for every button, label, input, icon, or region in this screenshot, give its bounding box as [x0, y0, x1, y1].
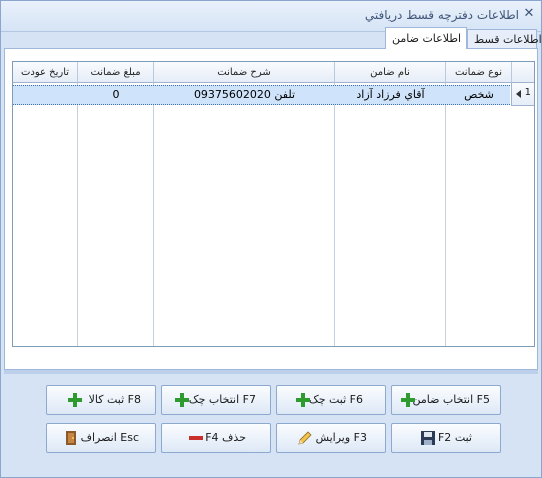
edit-button[interactable]: ويرايش F3: [276, 423, 386, 453]
guarantor-grid[interactable]: نوع ضمانت نام ضامن شرح ضمانت مبلغ ضمانت …: [12, 61, 535, 347]
table-row[interactable]: شخص آقاي فرزاد آزاد تلفن 09375602020 0: [13, 85, 510, 105]
dialog-window: اطلاعات دفترچه قسط دريافتي ✕ اطلاعات قسط…: [0, 0, 542, 478]
cell-amount: 0: [112, 88, 120, 101]
column-divider: [153, 83, 154, 346]
column-divider: [445, 83, 446, 346]
close-icon[interactable]: ✕: [522, 6, 536, 22]
column-header-amount[interactable]: مبلغ ضمانت: [78, 62, 154, 83]
column-divider: [77, 83, 78, 346]
plus-icon: [296, 393, 310, 407]
register-check-label: ثبت چک F6: [308, 393, 363, 406]
save-label: F2 ثبت: [437, 431, 472, 444]
edit-label: ويرايش F3: [315, 431, 367, 444]
cell-description: تلفن 09375602020: [193, 88, 296, 101]
cancel-button[interactable]: انصراف Esc: [46, 423, 156, 453]
select-check-button[interactable]: انتخاب چک F7: [161, 385, 271, 415]
select-guarantor-label: انتخاب ضامن F5: [412, 393, 490, 406]
register-check-button[interactable]: ثبت چک F6: [276, 385, 386, 415]
floppy-disk-icon: [421, 431, 435, 445]
column-header-guarantor[interactable]: نام ضامن: [335, 62, 446, 83]
save-button[interactable]: F2 ثبت: [391, 423, 501, 453]
minus-icon: [189, 436, 203, 440]
cell-guarantor: آقاي فرزاد آزاد: [356, 88, 425, 101]
row-number: 1: [524, 87, 531, 98]
column-header-type[interactable]: نوع ضمانت: [446, 62, 512, 83]
row-indicator[interactable]: 1: [511, 83, 534, 106]
window-title: اطلاعات دفترچه قسط دريافتي: [364, 8, 519, 22]
select-check-label: انتخاب چک F7: [188, 393, 256, 406]
cancel-label: انصراف Esc: [80, 431, 139, 444]
delete-button[interactable]: F4 حذف: [161, 423, 271, 453]
plus-icon: [401, 393, 415, 407]
plus-icon: [175, 393, 189, 407]
delete-label: F4 حذف: [205, 431, 246, 444]
current-row-arrow-icon: [516, 90, 521, 98]
cell-type: شخص: [464, 88, 494, 101]
panel-footer: [4, 370, 538, 374]
plus-icon: [68, 393, 82, 407]
column-header-description[interactable]: شرح ضمانت: [154, 62, 335, 83]
cell-return-date: [13, 86, 78, 104]
tab-installment-info[interactable]: اطلاعات قسط: [467, 29, 542, 48]
tab-guarantor-info[interactable]: اطلاعات ضامن: [385, 27, 467, 49]
tab-panel: نوع ضمانت نام ضامن شرح ضمانت مبلغ ضمانت …: [4, 48, 538, 370]
pencil-icon: [298, 431, 312, 445]
column-divider: [334, 83, 335, 346]
register-goods-label: ثبت کالا F8: [88, 393, 141, 406]
column-header-return-date[interactable]: تاريخ عودت: [13, 62, 78, 83]
select-guarantor-button[interactable]: انتخاب ضامن F5: [391, 385, 501, 415]
column-header-indicator: [512, 62, 534, 83]
register-goods-button[interactable]: ثبت کالا F8: [46, 385, 156, 415]
exit-door-icon: [66, 431, 76, 445]
